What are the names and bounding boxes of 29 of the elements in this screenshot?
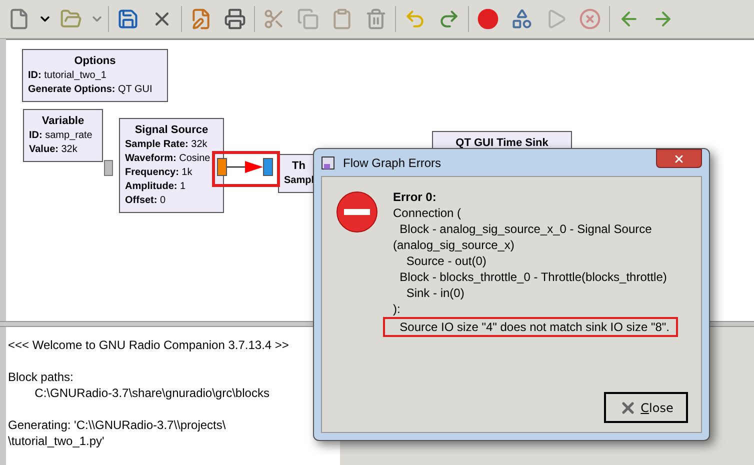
error-line: Block - analog_sig_source_x_0 - Signal Source xyxy=(398,221,653,237)
error-line: Sink - in(0) xyxy=(405,285,466,301)
error-line: Block - blocks_throttle_0 - Throttle(blocks_throttle) xyxy=(398,269,668,285)
block-param: ID: tutorial_two_1 xyxy=(28,69,106,83)
error-line: Source - out(0) xyxy=(405,253,488,269)
block-param: ID: samp_rate xyxy=(29,129,92,143)
error-line: ): xyxy=(393,301,402,317)
block-param: Frequency: 1k xyxy=(125,166,192,180)
block-param: Generate Options: QT GUI xyxy=(28,83,152,97)
console-line: Generating: 'C:\\GNURadio-3.7\\projects\ xyxy=(7,417,226,433)
block-param: Amplitude: 1 xyxy=(125,180,186,194)
console-line: C:\GNURadio-3.7\share\gnuradio\grc\blocks xyxy=(34,385,270,401)
dialog-title: Flow Graph Errors xyxy=(343,154,442,172)
block-param: Sample Rate: 32k xyxy=(125,138,208,152)
block-title: Variable xyxy=(42,114,84,129)
block-title: Th xyxy=(292,159,306,174)
error-heading: Error 0: xyxy=(393,189,438,205)
console-line: Block paths: xyxy=(7,369,74,385)
block-title: Signal Source xyxy=(134,123,208,138)
console-line: <<< Welcome to GNU Radio Companion 3.7.13.4 >> xyxy=(7,337,289,353)
block-param: Waveform: Cosine xyxy=(125,152,210,166)
block-param: Offset: 0 xyxy=(125,194,166,208)
block-param: Value: 32k xyxy=(29,143,78,157)
block-param: Sampl xyxy=(284,174,314,188)
error-line: (analog_sig_source_x) xyxy=(393,237,516,253)
error-line: Connection ( xyxy=(393,205,462,221)
block-title: QT GUI Time Sink xyxy=(456,136,548,151)
console-line: \tutorial_two_1.py' xyxy=(7,433,104,449)
block-title: Options xyxy=(74,54,116,69)
